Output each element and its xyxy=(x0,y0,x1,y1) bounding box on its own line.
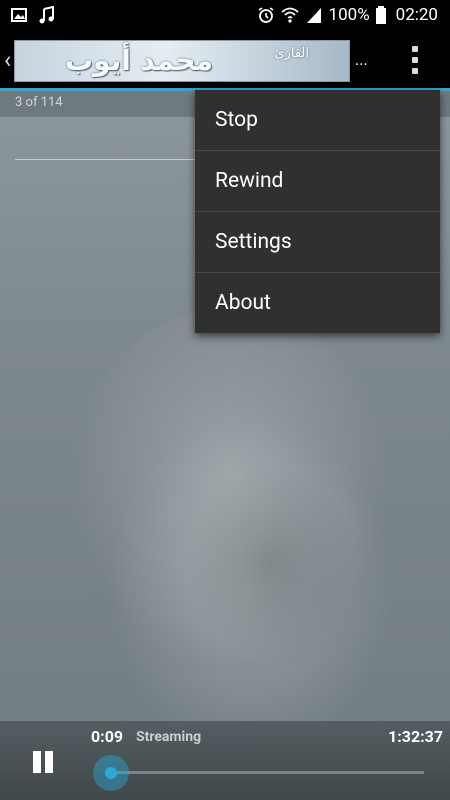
title-ellipsis: ... xyxy=(355,50,368,69)
signal-icon xyxy=(306,8,321,23)
track-counter: 3 of 114 xyxy=(15,95,63,110)
pause-icon[interactable] xyxy=(30,751,56,779)
overflow-menu: Stop Rewind Settings About xyxy=(195,90,440,333)
notification-icons xyxy=(10,6,56,24)
system-icons: 100% 02:20 xyxy=(257,5,438,25)
chevron-left-icon[interactable]: ‹ xyxy=(4,46,11,74)
seek-bar[interactable] xyxy=(112,771,424,774)
status-bar: 100% 02:20 xyxy=(0,0,450,32)
menu-item-stop[interactable]: Stop xyxy=(195,90,440,151)
alarm-icon xyxy=(258,7,273,23)
reciter-portrait xyxy=(70,311,390,671)
elapsed-time: 0:09 xyxy=(91,727,124,746)
battery-icon xyxy=(375,6,386,24)
player-bar: 0:09 Streaming 1:32:37 xyxy=(0,721,450,800)
music-note-icon xyxy=(39,6,54,24)
menu-item-rewind[interactable]: Rewind xyxy=(195,151,440,212)
clock: 02:20 xyxy=(395,5,438,25)
stream-status: Streaming xyxy=(136,729,202,745)
total-time: 1:32:37 xyxy=(388,727,443,746)
seek-thumb[interactable] xyxy=(93,755,129,791)
action-bar: ‹ القارئ محمد أيوب ... xyxy=(0,32,450,88)
overflow-menu-icon[interactable] xyxy=(403,42,427,78)
reciter-banner: القارئ محمد أيوب xyxy=(14,40,350,82)
banner-title: محمد أيوب xyxy=(65,44,214,77)
menu-item-about[interactable]: About xyxy=(195,273,440,333)
divider-line xyxy=(15,159,215,160)
battery-level: 100% xyxy=(328,5,370,25)
menu-item-settings[interactable]: Settings xyxy=(195,212,440,273)
gallery-icon xyxy=(11,8,27,22)
banner-subtitle: القارئ xyxy=(274,46,309,61)
wifi-icon xyxy=(280,7,299,23)
